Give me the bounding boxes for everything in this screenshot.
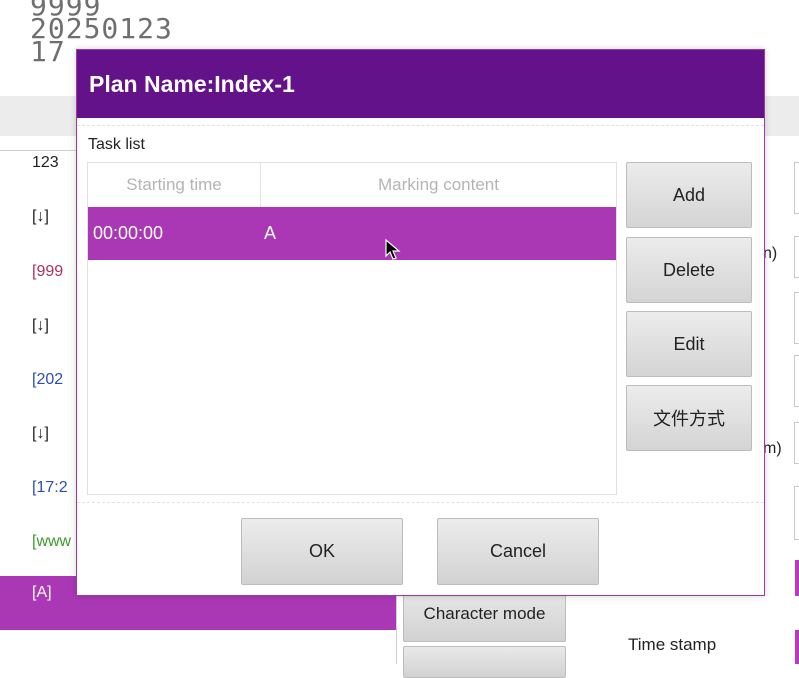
delete-button[interactable]: Delete (626, 237, 752, 303)
ok-button[interactable]: OK (241, 518, 403, 585)
field-unit-label: n) (763, 245, 778, 262)
settings-toggle[interactable] (795, 630, 799, 664)
settings-field[interactable] (794, 422, 799, 464)
title-separator (77, 125, 764, 126)
time-stamp-label: Time stamp (628, 635, 717, 654)
column-header-marking-content[interactable]: Marking content (261, 163, 616, 207)
task-list-label: Task list (88, 136, 145, 153)
column-header-starting-time[interactable]: Starting time (88, 163, 261, 207)
background-divider (0, 150, 80, 151)
content-list-item[interactable]: [202 (32, 371, 63, 389)
dialog-title: Plan Name:Index-1 (89, 70, 295, 97)
footer-separator (77, 502, 764, 503)
content-list-item[interactable]: [www (32, 533, 71, 551)
background-divider (396, 592, 397, 664)
dialog-title-bar: Plan Name:Index-1 (77, 50, 764, 118)
settings-field[interactable] (794, 236, 799, 278)
mode-button-partial[interactable] (403, 646, 566, 678)
table-row[interactable]: 00:00:00 A (88, 207, 616, 260)
task-table-header: Starting time Marking content (88, 163, 616, 208)
plan-dialog: Plan Name:Index-1 Task list Starting tim… (76, 49, 765, 596)
content-list-item[interactable]: [↓] (32, 425, 49, 443)
edit-button[interactable]: Edit (626, 311, 752, 377)
mouse-cursor-icon (385, 239, 401, 260)
settings-field[interactable] (794, 486, 799, 540)
field-unit-label: m) (763, 440, 782, 457)
content-list-item[interactable]: [999 (32, 263, 63, 281)
content-list-item[interactable]: [17:2 (32, 479, 68, 497)
settings-field[interactable] (794, 162, 799, 214)
file-mode-button[interactable]: 文件方式 (626, 385, 752, 451)
cancel-button[interactable]: Cancel (437, 518, 599, 585)
cell-marking-content: A (264, 223, 277, 243)
content-list-item[interactable]: [↓] (32, 317, 49, 335)
content-list-item[interactable]: 123 (32, 154, 59, 172)
settings-toggle[interactable] (795, 560, 799, 596)
content-list-item[interactable]: [↓] (32, 208, 49, 226)
task-table[interactable]: Starting time Marking content 00:00:00 A (87, 162, 617, 495)
selected-item-label: [A] (32, 584, 52, 601)
settings-field[interactable] (794, 292, 799, 344)
cell-starting-time: 00:00:00 (93, 223, 164, 243)
add-button[interactable]: Add (626, 162, 752, 228)
settings-field[interactable] (794, 355, 799, 407)
